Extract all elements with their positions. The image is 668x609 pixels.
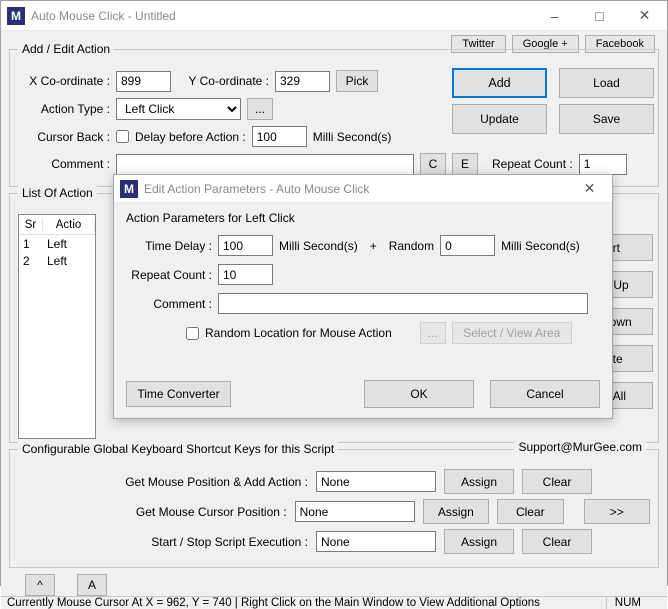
random-location-label: Random Location for Mouse Action <box>205 326 392 340</box>
add-button[interactable]: Add <box>452 68 547 98</box>
shortcut3-label: Start / Stop Script Execution : <box>18 535 308 549</box>
load-button[interactable]: Load <box>559 68 654 98</box>
app-icon: M <box>7 7 25 25</box>
ok-button[interactable]: OK <box>364 380 474 408</box>
cursor-back-checkbox[interactable] <box>116 130 129 143</box>
dialog-close-icon[interactable]: ✕ <box>567 174 612 203</box>
shortcut1-label: Get Mouse Position & Add Action : <box>18 475 308 489</box>
e-button[interactable]: E <box>452 153 478 175</box>
shortcut1-assign-button[interactable]: Assign <box>444 469 514 494</box>
y-coord-label: Y Co-ordinate : <box>177 74 269 88</box>
window-title: Auto Mouse Click - Untitled <box>31 9 532 23</box>
app-icon: M <box>120 180 138 198</box>
shortcut2-assign-button[interactable]: Assign <box>423 499 489 524</box>
time-delay-input[interactable] <box>218 235 273 256</box>
dialog-repeat-input[interactable] <box>218 264 273 285</box>
action-type-ellipsis-button[interactable]: ... <box>247 98 273 120</box>
caret-button[interactable]: ^ <box>25 574 55 596</box>
list-legend: List Of Action <box>18 186 97 200</box>
comment-label: Comment : <box>18 157 110 171</box>
titlebar: M Auto Mouse Click - Untitled – □ ✕ <box>1 1 667 31</box>
random-location-ellipsis-button: ... <box>420 322 446 344</box>
action-type-label: Action Type : <box>18 102 110 116</box>
c-button[interactable]: C <box>420 153 446 175</box>
time-delay-label: Time Delay : <box>126 239 212 253</box>
random-delay-input[interactable] <box>440 235 495 256</box>
shortcut2-input[interactable] <box>295 501 415 522</box>
table-row[interactable]: 1 Left <box>19 235 95 252</box>
edit-action-dialog: M Edit Action Parameters - Auto Mouse Cl… <box>113 174 613 419</box>
delay-units: Milli Second(s) <box>313 130 392 144</box>
time-delay-units: Milli Second(s) <box>279 239 358 253</box>
th-action: Actio <box>43 219 95 231</box>
status-bar: Currently Mouse Cursor At X = 962, Y = 7… <box>1 596 667 609</box>
dialog-title: Edit Action Parameters - Auto Mouse Clic… <box>144 182 567 196</box>
add-edit-group: Add / Edit Action Add Load Update Save X… <box>9 49 659 187</box>
close-icon[interactable]: ✕ <box>622 1 667 30</box>
shortcuts-group: Configurable Global Keyboard Shortcut Ke… <box>9 449 659 568</box>
status-text: Currently Mouse Cursor At X = 962, Y = 7… <box>7 597 540 609</box>
dialog-legend: Action Parameters for Left Click <box>126 211 600 225</box>
shortcut2-clear-button[interactable]: Clear <box>497 499 563 524</box>
delay-label: Delay before Action : <box>135 130 246 144</box>
shortcut3-input[interactable] <box>316 531 436 552</box>
action-type-select[interactable]: Left Click <box>116 98 241 120</box>
shortcut3-assign-button[interactable]: Assign <box>444 529 514 554</box>
a-button[interactable]: A <box>77 574 107 596</box>
delay-input[interactable] <box>252 126 307 147</box>
dialog-client: Action Parameters for Left Click Time De… <box>114 203 612 418</box>
select-view-area-button: Select / View Area <box>452 322 572 344</box>
plus-label: + <box>370 239 377 253</box>
shortcut1-clear-button[interactable]: Clear <box>522 469 592 494</box>
x-coord-input[interactable] <box>116 71 171 92</box>
pick-button[interactable]: Pick <box>336 70 378 92</box>
support-link[interactable]: Support@MurGee.com <box>514 440 646 454</box>
save-button[interactable]: Save <box>559 104 654 134</box>
random-delay-units: Milli Second(s) <box>501 239 580 253</box>
repeat-count-input[interactable] <box>579 154 627 175</box>
shortcut1-input[interactable] <box>316 471 436 492</box>
repeat-count-label: Repeat Count : <box>492 157 573 171</box>
comment-input[interactable] <box>116 154 414 175</box>
actions-table[interactable]: Sr Actio 1 Left 2 Left <box>18 214 96 439</box>
update-button[interactable]: Update <box>452 104 547 134</box>
dialog-repeat-label: Repeat Count : <box>126 268 212 282</box>
cancel-button[interactable]: Cancel <box>490 380 600 408</box>
maximize-icon[interactable]: □ <box>577 1 622 30</box>
dialog-titlebar: M Edit Action Parameters - Auto Mouse Cl… <box>114 175 612 203</box>
minimize-icon[interactable]: – <box>532 1 577 30</box>
random-location-checkbox[interactable] <box>186 327 199 340</box>
dialog-comment-input[interactable] <box>218 293 588 314</box>
time-converter-button[interactable]: Time Converter <box>126 381 231 407</box>
expand-button[interactable]: >> <box>584 499 650 524</box>
random-delay-label: Random <box>389 239 434 253</box>
status-num: NUM <box>606 597 661 609</box>
add-edit-right-col: Add Load Update Save <box>452 68 654 134</box>
add-edit-legend: Add / Edit Action <box>18 42 114 56</box>
table-row[interactable]: 2 Left <box>19 252 95 269</box>
x-coord-label: X Co-ordinate : <box>18 74 110 88</box>
dialog-comment-label: Comment : <box>126 297 212 311</box>
th-sr: Sr <box>19 219 43 231</box>
shortcuts-legend: Configurable Global Keyboard Shortcut Ke… <box>18 442 338 456</box>
shortcut3-clear-button[interactable]: Clear <box>522 529 592 554</box>
y-coord-input[interactable] <box>275 71 330 92</box>
cursor-back-label: Cursor Back : <box>18 130 110 144</box>
shortcut2-label: Get Mouse Cursor Position : <box>18 505 287 519</box>
